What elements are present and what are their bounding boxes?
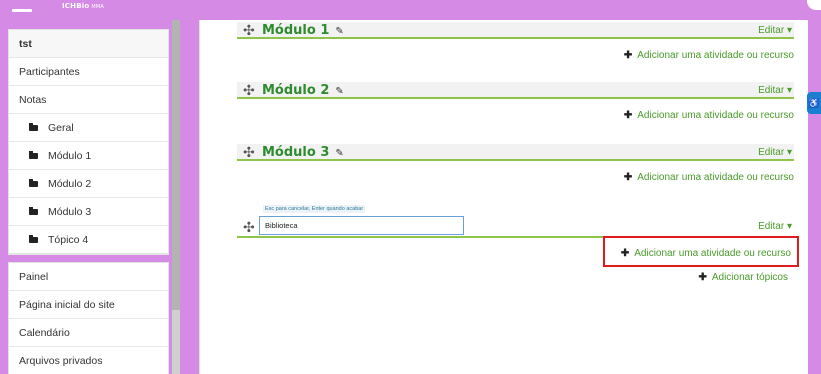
plus-icon: ✚: [698, 272, 707, 283]
course-section: ✣ Módulo 1 ✎ Editar ▾ ✚ Adicionar uma ativ…: [237, 22, 794, 61]
scrollbar-thumb[interactable]: [172, 20, 180, 310]
add-activity-link[interactable]: ✚ Adicionar uma atividade ou recurso: [624, 171, 794, 185]
add-activity-label: Adicionar uma atividade ou recurso: [637, 172, 794, 183]
highlight-box: [603, 236, 799, 267]
edit-menu[interactable]: Editar ▾: [758, 82, 792, 99]
move-icon[interactable]: ✣: [243, 144, 255, 161]
sidebar-item-modulo-3[interactable]: Módulo 3: [9, 198, 168, 226]
sidebar-scrollbar[interactable]: [172, 20, 180, 374]
plus-icon: ✚: [623, 50, 633, 61]
accessibility-button[interactable]: ♿: [807, 92, 821, 114]
section-header: ✣ Módulo 3 ✎ Editar ▾: [237, 144, 794, 161]
sidebar-item-label: Geral: [48, 121, 74, 134]
sidebar: tst Participantes Notas Geral Módulo 1 M…: [8, 20, 198, 374]
top-navbar: ICHBio MMA: [0, 0, 821, 20]
course-section: ✣ Módulo 2 ✎ Editar ▾ ✚ Adicionar uma ativ…: [237, 82, 794, 121]
sidebar-item-course[interactable]: tst: [9, 30, 168, 58]
sidebar-item-painel[interactable]: Painel: [9, 263, 168, 291]
sidebar-item-calendario[interactable]: Calendário: [9, 319, 168, 347]
site-nav-panel: Painel Página inicial do site Calendário…: [8, 262, 169, 374]
course-section: ✣ Módulo 3 ✎ Editar ▾ ✚ Adicionar uma ativ…: [237, 144, 794, 183]
edit-menu[interactable]: Editar ▾: [758, 144, 792, 161]
hamburger-icon: [12, 8, 32, 12]
sidebar-item-label: tst: [19, 38, 32, 50]
add-topics-label: Adicionar tópicos: [711, 272, 788, 283]
sidebar-item-label: Painel: [19, 271, 49, 283]
sidebar-item-geral[interactable]: Geral: [9, 114, 168, 142]
accessibility-icon: ♿: [808, 98, 820, 108]
logo-text: ICHBio: [62, 2, 90, 10]
sidebar-item-label: Notas: [19, 94, 47, 106]
section-header: ✣ Módulo 2 ✎ Editar ▾: [237, 82, 794, 99]
section-title-input[interactable]: [259, 216, 464, 235]
edit-menu[interactable]: Editar ▾: [758, 22, 792, 39]
section-title-text: Módulo 1: [262, 23, 330, 38]
sidebar-item-participantes[interactable]: Participantes: [9, 58, 168, 86]
sidebar-item-label: Módulo 1: [48, 149, 92, 162]
edit-hint-tooltip: Esc para cancelar, Enter quando acabar: [263, 205, 366, 213]
section-title[interactable]: Módulo 2 ✎: [262, 82, 344, 100]
move-icon[interactable]: ✣: [243, 216, 255, 238]
move-icon[interactable]: ✣: [243, 22, 255, 39]
sidebar-item-label: Página inicial do site: [19, 299, 115, 311]
add-activity-label: Adicionar uma atividade ou recurso: [637, 110, 794, 121]
section-title[interactable]: Módulo 3 ✎: [262, 144, 344, 162]
sidebar-item-label: Participantes: [19, 66, 80, 78]
move-icon[interactable]: ✣: [243, 82, 255, 99]
section-title[interactable]: Módulo 1 ✎: [262, 22, 344, 40]
folder-icon: [29, 234, 38, 243]
sidebar-item-modulo-1[interactable]: Módulo 1: [9, 142, 168, 170]
sidebar-item-label: Arquivos privados: [19, 355, 103, 367]
sidebar-item-topico-4[interactable]: Tópico 4: [9, 226, 168, 254]
sidebar-item-arquivos-privados[interactable]: Arquivos privados: [9, 347, 168, 374]
section-title-text: Módulo 2: [262, 83, 330, 98]
section-header: ✣ Módulo 1 ✎ Editar ▾: [237, 22, 794, 39]
add-activity-link[interactable]: ✚ Adicionar uma atividade ou recurso: [624, 109, 794, 123]
folder-icon: [29, 150, 38, 159]
avatar[interactable]: [807, 0, 821, 10]
folder-icon: [29, 122, 38, 131]
plus-icon: ✚: [623, 172, 633, 183]
add-activity-link[interactable]: ✚ Adicionar uma atividade ou recurso: [624, 49, 794, 63]
folder-icon: [29, 178, 38, 187]
course-nav-panel: tst Participantes Notas Geral Módulo 1 M…: [8, 29, 169, 255]
section-title-text: Módulo 3: [262, 145, 330, 160]
add-activity-label: Adicionar uma atividade ou recurso: [637, 50, 794, 61]
logo-subtext: MMA: [91, 4, 105, 10]
sidebar-item-label: Calendário: [19, 327, 70, 339]
pencil-icon[interactable]: ✎: [335, 23, 343, 40]
sidebar-item-label: Módulo 2: [48, 177, 92, 190]
section-header: ✣ Editar ▾: [237, 216, 794, 238]
menu-toggle-button[interactable]: [0, 0, 44, 20]
pencil-icon[interactable]: ✎: [335, 83, 343, 100]
course-section-editing: ✣ Editar ▾ ✚Adicionar uma atividade ou r…: [237, 216, 794, 259]
course-content: ✣ Módulo 1 ✎ Editar ▾ ✚ Adicionar uma ativ…: [199, 20, 808, 374]
add-topics-link[interactable]: ✚ Adicionar tópicos: [698, 271, 788, 285]
pencil-icon[interactable]: ✎: [335, 145, 343, 162]
site-logo[interactable]: ICHBio MMA: [62, 2, 104, 10]
edit-menu[interactable]: Editar ▾: [758, 216, 792, 238]
sidebar-item-pagina-inicial[interactable]: Página inicial do site: [9, 291, 168, 319]
plus-icon: ✚: [623, 110, 633, 121]
folder-icon: [29, 206, 38, 215]
sidebar-item-notas[interactable]: Notas: [9, 86, 168, 114]
sidebar-item-label: Tópico 4: [48, 233, 89, 246]
sidebar-item-label: Módulo 3: [48, 205, 92, 218]
sidebar-item-modulo-2[interactable]: Módulo 2: [9, 170, 168, 198]
